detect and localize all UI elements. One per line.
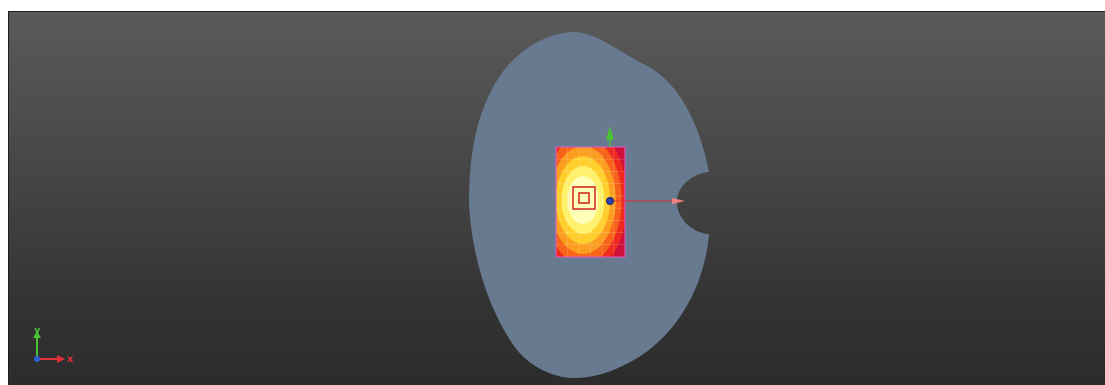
x-axis-label: x bbox=[67, 354, 74, 365]
plate-band bbox=[567, 176, 599, 224]
y-axis-label: y bbox=[34, 328, 41, 336]
xyz-triad-icon: y x bbox=[33, 328, 74, 365]
app-window: y x bbox=[0, 0, 1105, 385]
blue-dot-icon[interactable] bbox=[606, 197, 614, 205]
3d-viewport[interactable]: y x bbox=[8, 11, 1105, 385]
model-scene[interactable] bbox=[9, 12, 1105, 385]
